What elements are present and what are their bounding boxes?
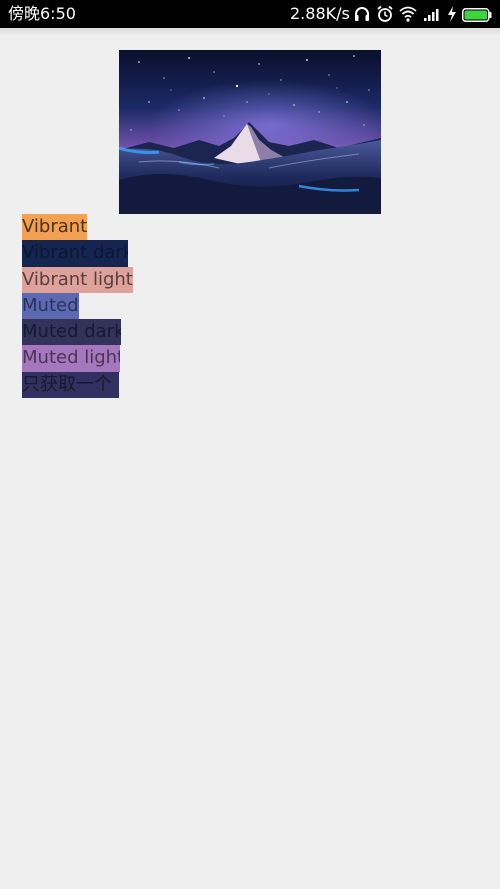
status-time: 傍晚6:50 [8, 4, 76, 23]
alarm-icon [376, 5, 394, 23]
status-bar: 傍晚6:50 2.88K/s [0, 0, 500, 28]
mountain-night-image [119, 50, 381, 214]
vibrant-light-swatch: Vibrant light [22, 266, 133, 293]
muted-light-swatch: Muted light [22, 345, 120, 372]
network-speed: 2.88K/s [290, 4, 350, 23]
single-swatch: 只获取一个 [22, 371, 119, 399]
wifi-icon [399, 5, 417, 23]
charging-icon [446, 5, 458, 23]
status-bar-shadow [0, 28, 500, 36]
signal-icon [423, 5, 441, 23]
vibrant-dark-swatch: Vibrant dark [22, 240, 128, 267]
muted-dark-swatch: Muted dark [22, 319, 121, 346]
battery-icon [462, 7, 492, 22]
vibrant-swatch: Vibrant [22, 214, 88, 241]
headphones-icon [353, 5, 371, 23]
muted-swatch: Muted [22, 292, 79, 320]
palette-swatch-list: Vibrant Vibrant dark Vibrant light Muted… [22, 214, 133, 399]
